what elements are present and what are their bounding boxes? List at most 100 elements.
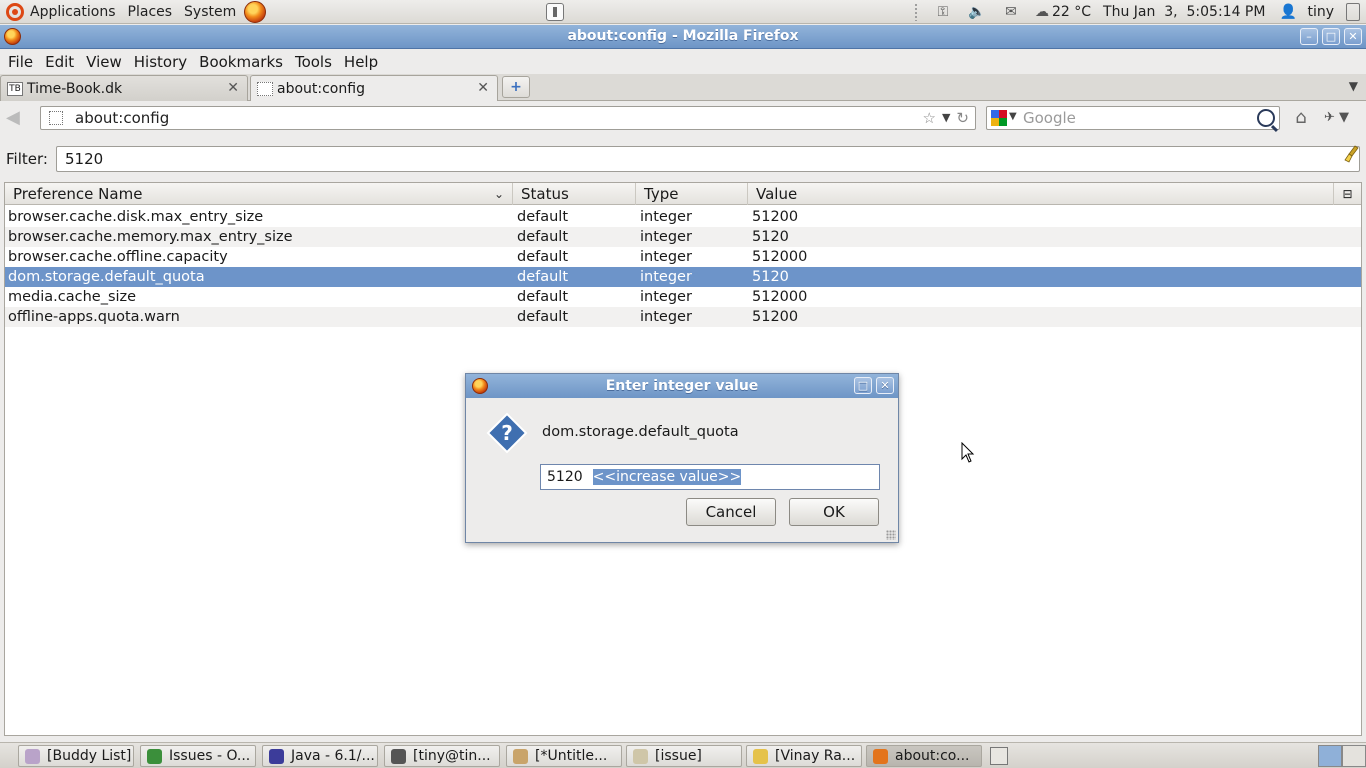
close-tab-icon[interactable]: ✕ (477, 80, 489, 96)
menu-bookmarks[interactable]: Bookmarks (193, 53, 289, 71)
taskbar-item-label: about:co... (895, 748, 970, 764)
input-value: 5120 (547, 469, 583, 485)
ok-button[interactable]: OK (789, 498, 879, 526)
cell-status: default (517, 269, 569, 285)
google-engine-icon[interactable] (991, 110, 1007, 126)
filter-input[interactable]: 5120 (56, 146, 1360, 172)
app-icon (25, 749, 40, 764)
firefox-launcher-icon[interactable] (244, 0, 267, 23)
search-bar[interactable]: ▼ Google (986, 106, 1280, 130)
table-row[interactable]: dom.storage.default_quota default integer 5… (5, 267, 1361, 287)
menu-view[interactable]: View (80, 53, 128, 71)
places-menu[interactable]: Places (122, 0, 179, 24)
column-header-status[interactable]: Status (513, 183, 636, 205)
input-selected-text: <<increase value>> (592, 469, 742, 485)
taskbar-item[interactable]: [*Untitle... (506, 745, 622, 767)
table-row[interactable]: browser.cache.offline.capacity default int… (5, 247, 1361, 267)
resize-grip-icon[interactable] (886, 530, 896, 540)
clock[interactable]: Thu Jan 3, 5:05:14 PM (1103, 4, 1265, 20)
back-arrow-icon[interactable]: ◀ (6, 108, 28, 128)
close-icon[interactable]: ✕ (1344, 28, 1362, 45)
user-icon[interactable]: 👤 (1277, 3, 1299, 21)
tab-label: about:config (277, 80, 365, 97)
dialog-message: dom.storage.default_quota (542, 424, 739, 440)
top-panel: Applications Places System ⚿ 🔈 ✉ ☁ 22 °C… (0, 0, 1366, 24)
window-titlebar[interactable]: about:config - Mozilla Firefox – □ ✕ (0, 25, 1366, 49)
chevron-down-icon[interactable]: ▼ (1349, 79, 1358, 93)
key-icon[interactable]: ⚿ (932, 3, 954, 21)
table-row[interactable]: offline-apps.quota.warn default integer 512… (5, 307, 1361, 327)
taskbar-item-label: [tiny@tin... (413, 748, 491, 764)
taskbar-item-label: [issue] (655, 748, 702, 764)
site-identity-icon[interactable] (49, 111, 63, 125)
table-row[interactable]: browser.cache.disk.max_entry_size default… (5, 207, 1361, 227)
workspace-1[interactable] (1318, 745, 1342, 767)
app-icon (269, 749, 284, 764)
menu-edit[interactable]: Edit (39, 53, 80, 71)
table-row[interactable]: media.cache_size default integer 512000 (5, 287, 1361, 307)
menu-history[interactable]: History (128, 53, 193, 71)
addon-toolbar-icon[interactable]: ✈ ▼ (1324, 108, 1360, 128)
workspace-2[interactable] (1342, 745, 1366, 767)
maximize-icon[interactable]: □ (1322, 28, 1340, 45)
taskbar-item[interactable]: [Vinay Ra... (746, 745, 862, 767)
engine-dropdown-icon[interactable]: ▼ (1009, 111, 1017, 122)
close-tab-icon[interactable]: ✕ (227, 80, 239, 96)
workspace-switcher[interactable] (1318, 745, 1366, 767)
panel-handle-icon[interactable] (546, 3, 564, 21)
cancel-button[interactable]: Cancel (686, 498, 776, 526)
cell-name: offline-apps.quota.warn (8, 309, 180, 325)
temperature-readout[interactable]: 22 °C (1052, 4, 1091, 20)
window-controls: – □ ✕ (1300, 28, 1362, 45)
taskbar-item[interactable]: about:co... (866, 745, 982, 767)
menu-file[interactable]: File (2, 53, 39, 71)
home-icon[interactable]: ⌂ (1290, 108, 1312, 128)
url-bar[interactable]: about:config ☆ ▼ ↻ (40, 106, 976, 130)
taskbar-item[interactable]: Issues - O... (140, 745, 256, 767)
taskbar-item[interactable]: [tiny@tin... (384, 745, 500, 767)
integer-value-dialog: Enter integer value □ ✕ ? dom.storage.de… (465, 373, 899, 543)
column-header-type[interactable]: Type (636, 183, 748, 205)
menu-bar: File Edit View History Bookmarks Tools H… (0, 50, 1366, 74)
cell-value: 512000 (752, 289, 808, 305)
mail-icon[interactable]: ✉ (1000, 3, 1022, 21)
search-icon[interactable] (1257, 109, 1275, 127)
taskbar-item[interactable]: [Buddy List] (18, 745, 134, 767)
column-picker-icon[interactable]: ⊟ (1333, 183, 1361, 205)
close-icon[interactable]: ✕ (876, 377, 894, 394)
applications-menu-label: Applications (30, 3, 116, 20)
tab-time-book[interactable]: TB Time-Book.dk ✕ (0, 75, 248, 101)
reload-icon[interactable]: ↻ (956, 109, 969, 127)
dialog-titlebar[interactable]: Enter integer value □ ✕ (466, 374, 898, 398)
search-placeholder: Google (1023, 109, 1076, 127)
system-tray: ⚿ 🔈 ✉ ☁ 22 °C Thu Jan 3, 5:05:14 PM 👤 ti… (906, 0, 1366, 24)
taskbar-item[interactable]: Java - 6.1/... (262, 745, 378, 767)
new-tab-icon[interactable]: + (502, 76, 530, 98)
cell-status: default (517, 289, 569, 305)
taskbar-item[interactable]: [issue] (626, 745, 742, 767)
column-header-name[interactable]: Preference Name ⌄ (5, 183, 513, 205)
applications-menu[interactable]: Applications (0, 0, 122, 24)
tab-about-config[interactable]: about:config ✕ (250, 75, 498, 101)
user-name[interactable]: tiny (1307, 4, 1334, 20)
maximize-icon[interactable]: □ (854, 377, 872, 394)
column-header-value[interactable]: Value (748, 183, 1333, 205)
minimize-icon[interactable]: – (1300, 28, 1318, 45)
app-icon (633, 749, 648, 764)
clear-filter-icon[interactable] (1344, 145, 1360, 163)
menu-help[interactable]: Help (338, 53, 384, 71)
volume-icon[interactable]: 🔈 (966, 3, 988, 21)
table-row[interactable]: browser.cache.memory.max_entry_size defau… (5, 227, 1361, 247)
cell-name: browser.cache.disk.max_entry_size (8, 209, 264, 225)
session-icon[interactable] (1346, 3, 1360, 21)
weather-icon[interactable]: ☁ (1034, 3, 1050, 21)
taskbar-item-label: [Vinay Ra... (775, 748, 856, 764)
app-icon (147, 749, 162, 764)
integer-value-input[interactable]: 5120 <<increase value>> (540, 464, 880, 490)
show-desktop-icon[interactable] (990, 747, 1008, 765)
history-dropdown-icon[interactable]: ▼ (942, 109, 950, 127)
system-menu[interactable]: System (178, 0, 242, 24)
bookmark-star-icon[interactable]: ☆ (923, 109, 936, 127)
cell-name: browser.cache.offline.capacity (8, 249, 228, 265)
menu-tools[interactable]: Tools (289, 53, 338, 71)
